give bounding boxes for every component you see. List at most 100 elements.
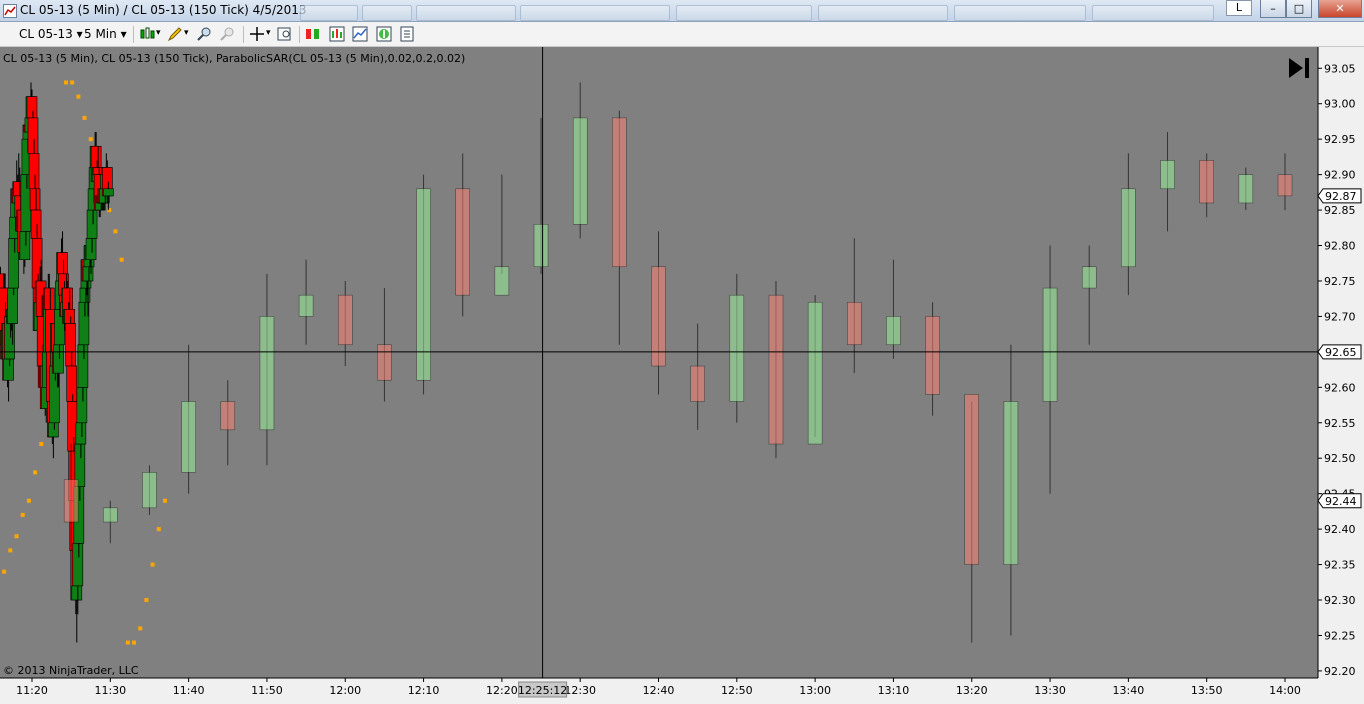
time-tick-label: 13:10: [878, 684, 910, 697]
sar-dot: [26, 498, 31, 503]
crosshair-icon[interactable]: [249, 26, 265, 42]
candle-body: [925, 316, 940, 395]
window-title: CL 05-13 (5 Min) / CL 05-13 (150 Tick) 4…: [20, 3, 307, 17]
chevron-down-icon[interactable]: ▾: [184, 28, 189, 38]
data-box-icon[interactable]: [277, 26, 293, 42]
background-window-tab: [416, 5, 516, 21]
sar-dot: [88, 137, 93, 142]
toolbar-separator: [299, 26, 300, 43]
candle-body: [78, 301, 90, 346]
time-tick-label: 13:40: [1113, 684, 1145, 697]
candle-body: [65, 323, 76, 367]
sar-dot: [39, 442, 44, 447]
sar-dot: [132, 640, 137, 645]
price-tick-label: 92.95: [1324, 133, 1356, 146]
candle-body: [1199, 160, 1214, 204]
candle-body: [103, 188, 114, 197]
sar-dot: [63, 80, 68, 85]
time-tick-label: 12:20: [486, 684, 518, 697]
time-tick-label: 11:40: [173, 684, 205, 697]
candle-body: [72, 542, 84, 587]
candle-body: [1160, 160, 1175, 190]
candle-body: [259, 316, 275, 431]
ninjatrader-chart-icon: [3, 4, 17, 18]
background-window-tab: [520, 5, 670, 21]
candle-body: [57, 252, 68, 275]
price-tick-label: 92.75: [1324, 275, 1356, 288]
candle-body: [71, 585, 83, 601]
sar-dot: [162, 498, 167, 503]
candle-body: [1121, 188, 1136, 268]
dollar-icon[interactable]: [376, 26, 392, 42]
chevron-down-icon[interactable]: ▾: [266, 28, 271, 38]
sar-dot: [125, 640, 130, 645]
sar-dot: [144, 598, 149, 603]
properties-icon[interactable]: [399, 26, 415, 42]
candle-body: [807, 301, 823, 445]
interval-label: 5 Min: [84, 27, 117, 41]
tick-candle: [65, 316, 76, 374]
candle-body: [28, 153, 40, 190]
candle-body: [377, 344, 392, 381]
candle-body: [30, 209, 42, 239]
price-tick-label: 92.70: [1324, 310, 1356, 323]
price-tick-label: 92.40: [1324, 523, 1356, 536]
candle-body: [298, 294, 314, 317]
sar-dot: [150, 562, 155, 567]
background-window-tab: [676, 5, 812, 21]
crosshair-price-label-text: 92.65: [1325, 346, 1357, 359]
candle-body: [66, 365, 78, 402]
instrument-selector[interactable]: CL 05-13 ▾: [19, 27, 83, 41]
maximize-button[interactable]: □: [1286, 0, 1312, 18]
candle-body: [26, 96, 38, 119]
candle-body: [85, 238, 97, 260]
chevron-down-icon[interactable]: ▾: [156, 28, 161, 38]
crosshair-price-label: 92.65: [1317, 344, 1362, 360]
price-tick-label: 92.50: [1324, 452, 1356, 465]
candle-body: [48, 422, 59, 438]
price-tick-label: 93.05: [1324, 62, 1356, 75]
link-button[interactable]: L: [1226, 0, 1252, 16]
sar-value-label-text: 92.44: [1325, 495, 1357, 508]
price-tick-label: 93.00: [1324, 98, 1356, 111]
candle-body: [220, 401, 236, 431]
close-button[interactable]: ✕: [1318, 0, 1362, 18]
candle-body: [8, 238, 19, 289]
candle-body: [19, 231, 31, 260]
time-tick-label: 13:30: [1034, 684, 1066, 697]
price-tick-label: 92.20: [1324, 665, 1356, 678]
candle-body: [729, 294, 745, 402]
price-chart[interactable]: 93.05 93.00 92.95 92.90 92.85 92.80 92.75 92.70…: [0, 47, 1364, 704]
time-tick-label: 12:30: [564, 684, 596, 697]
chart-trader-icon[interactable]: [305, 26, 321, 42]
interval-selector[interactable]: 5 Min ▾: [84, 27, 127, 41]
candle-body: [1081, 266, 1097, 289]
candle-body: [44, 287, 55, 310]
strategies-icon[interactable]: [352, 26, 368, 42]
toolbar-separator: [243, 26, 244, 43]
bar-style-icon[interactable]: [139, 26, 155, 42]
five-min-candle: [142, 465, 157, 515]
time-tick-label: 13:50: [1191, 684, 1223, 697]
sar-dot: [14, 534, 19, 539]
candle-body: [886, 316, 901, 346]
price-tick-label: 92.35: [1324, 559, 1356, 572]
minimize-button[interactable]: –: [1260, 0, 1286, 18]
candle-body: [7, 287, 18, 324]
five-min-candle: [768, 280, 784, 459]
candle-body: [1003, 401, 1019, 565]
candle-body: [75, 422, 87, 445]
last-price-label-text: 92.87: [1325, 190, 1357, 203]
zoom-out-icon[interactable]: [219, 26, 235, 42]
background-window-tab: [818, 5, 948, 21]
indicators-icon[interactable]: [329, 26, 345, 42]
time-tick-label: 11:30: [94, 684, 126, 697]
candle-body: [181, 401, 196, 473]
time-tick-label: 11:20: [16, 684, 48, 697]
pencil-draw-icon[interactable]: [167, 26, 183, 42]
zoom-in-icon[interactable]: [196, 26, 212, 42]
sar-dot: [70, 80, 75, 85]
crosshair-time-label: 12:25:12: [518, 681, 567, 698]
five-min-candle: [807, 295, 823, 445]
price-tick-label: 92.85: [1324, 204, 1356, 217]
